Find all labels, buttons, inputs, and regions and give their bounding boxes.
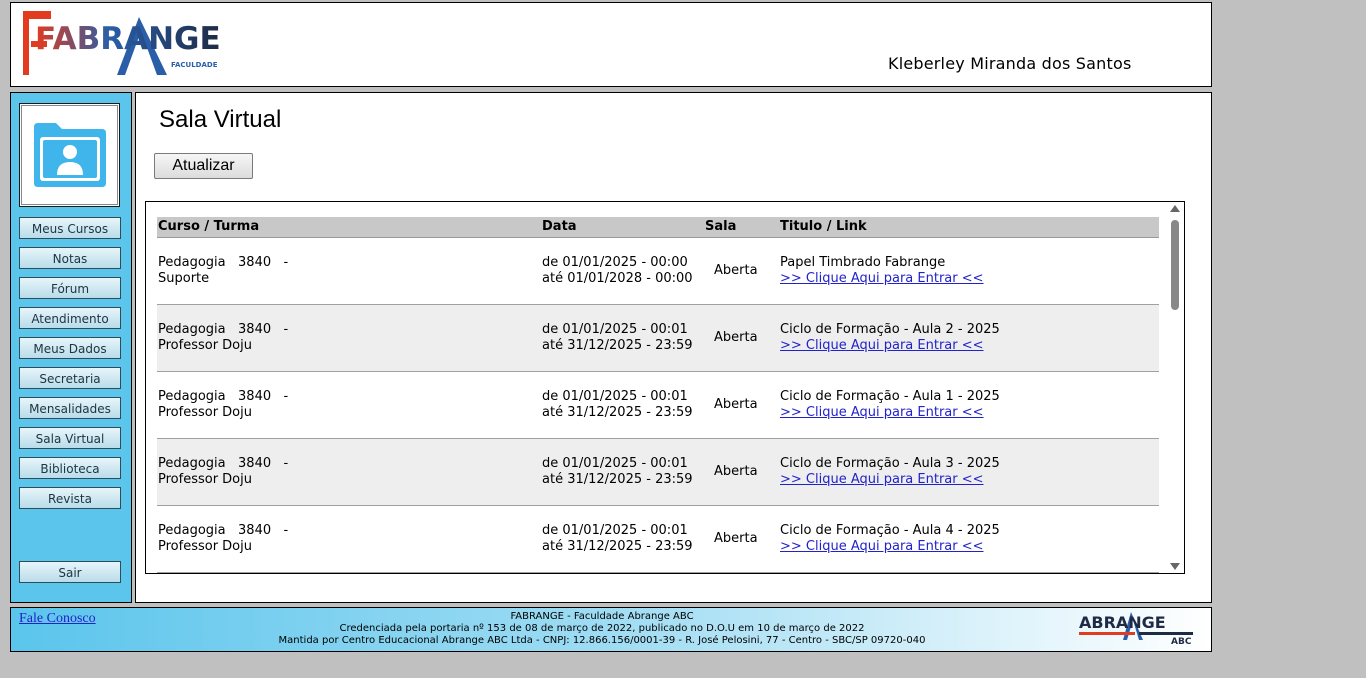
header-room: Sala: [705, 219, 737, 234]
date-to: até 31/12/2025 - 23:59: [542, 472, 693, 487]
svg-text:ABC: ABC: [1171, 637, 1192, 647]
table-row: Pedagogia 3840 - Professor Doju de 01/01…: [157, 506, 1159, 573]
room-status: Aberta: [714, 531, 758, 546]
class-title: Papel Timbrado Fabrange: [780, 255, 946, 270]
class-title: Ciclo de Formação - Aula 4 - 2025: [780, 523, 1000, 538]
avatar: [19, 103, 120, 207]
course-group: Professor Doju: [158, 405, 252, 420]
date-to: até 31/12/2025 - 23:59: [542, 539, 693, 554]
scroll-down-arrow-icon[interactable]: [1170, 563, 1180, 570]
header-course: Curso / Turma: [158, 219, 260, 234]
course-group: Suporte: [158, 271, 210, 286]
course-cell: Pedagogia 3840 - Professor Doju: [158, 322, 318, 354]
svg-text:ABRANGE: ABRANGE: [1079, 613, 1166, 632]
footer-info: FABRANGE - Faculdade Abrange ABC Credenc…: [11, 611, 1193, 647]
date-from: de 01/01/2025 - 00:01: [542, 389, 688, 404]
footer-line-1: FABRANGE - Faculdade Abrange ABC: [510, 611, 694, 622]
room-status: Aberta: [714, 464, 758, 479]
enter-link[interactable]: >> Clique Aqui para Entrar <<: [780, 405, 1000, 421]
page-title: Sala Virtual: [159, 106, 282, 133]
footer-line-2: Credenciada pela portaria nº 153 de 08 d…: [339, 623, 865, 634]
date-cell: de 01/01/2025 - 00:01 até 31/12/2025 - 2…: [542, 456, 693, 488]
class-title: Ciclo de Formação - Aula 2 - 2025: [780, 322, 1000, 337]
sidebar-item-forum[interactable]: Fórum: [19, 277, 121, 299]
title-cell: Ciclo de Formação - Aula 4 - 2025 >> Cli…: [780, 523, 1000, 555]
course-cell: Pedagogia 3840 - Professor Doju: [158, 523, 318, 555]
svg-text:FACULDADE: FACULDADE: [171, 61, 218, 69]
course-name: Pedagogia 3840 -: [158, 523, 289, 538]
header-date: Data: [542, 219, 577, 234]
course-cell: Pedagogia 3840 - Professor Doju: [158, 389, 318, 421]
classes-table: Curso / Turma Data Sala Titulo / Link Pe…: [145, 201, 1185, 574]
date-cell: de 01/01/2025 - 00:01 até 31/12/2025 - 2…: [542, 523, 693, 555]
sidebar-item-meus-dados[interactable]: Meus Dados: [19, 337, 121, 359]
course-group: Professor Doju: [158, 338, 252, 353]
header: FABRANGE FACULDADE Kleberley Miranda dos…: [10, 2, 1212, 87]
sidebar-item-notas[interactable]: Notas: [19, 247, 121, 269]
scroll-thumb[interactable]: [1171, 220, 1179, 310]
date-from: de 01/01/2025 - 00:01: [542, 523, 688, 538]
course-cell: Pedagogia 3840 - Suporte: [158, 255, 318, 287]
header-title-link: Titulo / Link: [780, 219, 867, 234]
footer: FABRANGE - Faculdade Abrange ABC Credenc…: [10, 607, 1212, 652]
course-name: Pedagogia 3840 -: [158, 255, 289, 270]
footer-line-3: Mantida por Centro Educacional Abrange A…: [278, 635, 926, 646]
class-title: Ciclo de Formação - Aula 1 - 2025: [780, 389, 1000, 404]
course-group: Professor Doju: [158, 472, 252, 487]
course-name: Pedagogia 3840 -: [158, 389, 289, 404]
date-to: até 01/01/2028 - 00:00: [542, 271, 693, 286]
svg-text:FABRANGE: FABRANGE: [35, 21, 221, 57]
enter-link[interactable]: >> Clique Aqui para Entrar <<: [780, 338, 1000, 354]
title-cell: Ciclo de Formação - Aula 1 - 2025 >> Cli…: [780, 389, 1000, 421]
logout-button[interactable]: Sair: [19, 561, 121, 583]
table-row: Pedagogia 3840 - Professor Doju de 01/01…: [157, 439, 1159, 506]
table-scrollbar[interactable]: [1167, 202, 1184, 573]
sidebar: Meus Cursos Notas Fórum Atendimento Meus…: [10, 92, 132, 603]
table-row: Pedagogia 3840 - Professor Doju de 01/01…: [157, 305, 1159, 372]
user-folder-icon: [34, 123, 106, 187]
table-header: Curso / Turma Data Sala Titulo / Link: [157, 217, 1159, 238]
room-status: Aberta: [714, 263, 758, 278]
enter-link[interactable]: >> Clique Aqui para Entrar <<: [780, 539, 1000, 555]
contact-link[interactable]: Fale Conosco: [19, 611, 96, 627]
title-cell: Ciclo de Formação - Aula 3 - 2025 >> Cli…: [780, 456, 1000, 488]
course-group: Professor Doju: [158, 539, 252, 554]
room-status: Aberta: [714, 330, 758, 345]
table-row: Pedagogia 3840 - Professor Doju de 01/01…: [157, 372, 1159, 439]
sidebar-item-biblioteca[interactable]: Biblioteca: [19, 457, 121, 479]
sidebar-item-atendimento[interactable]: Atendimento: [19, 307, 121, 329]
title-cell: Ciclo de Formação - Aula 2 - 2025 >> Cli…: [780, 322, 1000, 354]
sidebar-item-mensalidades[interactable]: Mensalidades: [19, 397, 121, 419]
abrange-abc-logo: ABRANGE ABC: [1079, 612, 1193, 647]
refresh-button[interactable]: Atualizar: [154, 153, 253, 179]
date-cell: de 01/01/2025 - 00:01 até 31/12/2025 - 2…: [542, 389, 693, 421]
date-from: de 01/01/2025 - 00:00: [542, 255, 688, 270]
table-row: Pedagogia 3840 - Suporte de 01/01/2025 -…: [157, 238, 1159, 305]
sidebar-item-sala-virtual[interactable]: Sala Virtual: [19, 427, 121, 449]
sidebar-item-secretaria[interactable]: Secretaria: [19, 367, 121, 389]
scroll-up-arrow-icon[interactable]: [1170, 205, 1180, 212]
main-content: Sala Virtual Atualizar Curso / Turma Dat…: [135, 92, 1212, 603]
date-to: até 31/12/2025 - 23:59: [542, 338, 693, 353]
date-from: de 01/01/2025 - 00:01: [542, 456, 688, 471]
class-title: Ciclo de Formação - Aula 3 - 2025: [780, 456, 1000, 471]
course-name: Pedagogia 3840 -: [158, 456, 289, 471]
user-name: Kleberley Miranda dos Santos: [888, 54, 1132, 73]
date-cell: de 01/01/2025 - 00:01 até 31/12/2025 - 2…: [542, 322, 693, 354]
course-name: Pedagogia 3840 -: [158, 322, 289, 337]
title-cell: Papel Timbrado Fabrange >> Clique Aqui p…: [780, 255, 984, 287]
fabrange-logo: FABRANGE FACULDADE: [23, 11, 221, 75]
enter-link[interactable]: >> Clique Aqui para Entrar <<: [780, 271, 984, 287]
room-status: Aberta: [714, 397, 758, 412]
date-to: até 31/12/2025 - 23:59: [542, 405, 693, 420]
enter-link[interactable]: >> Clique Aqui para Entrar <<: [780, 472, 1000, 488]
course-cell: Pedagogia 3840 - Professor Doju: [158, 456, 318, 488]
date-from: de 01/01/2025 - 00:01: [542, 322, 688, 337]
date-cell: de 01/01/2025 - 00:00 até 01/01/2028 - 0…: [542, 255, 693, 287]
sidebar-item-meus-cursos[interactable]: Meus Cursos: [19, 217, 121, 239]
sidebar-item-revista[interactable]: Revista: [19, 487, 121, 509]
